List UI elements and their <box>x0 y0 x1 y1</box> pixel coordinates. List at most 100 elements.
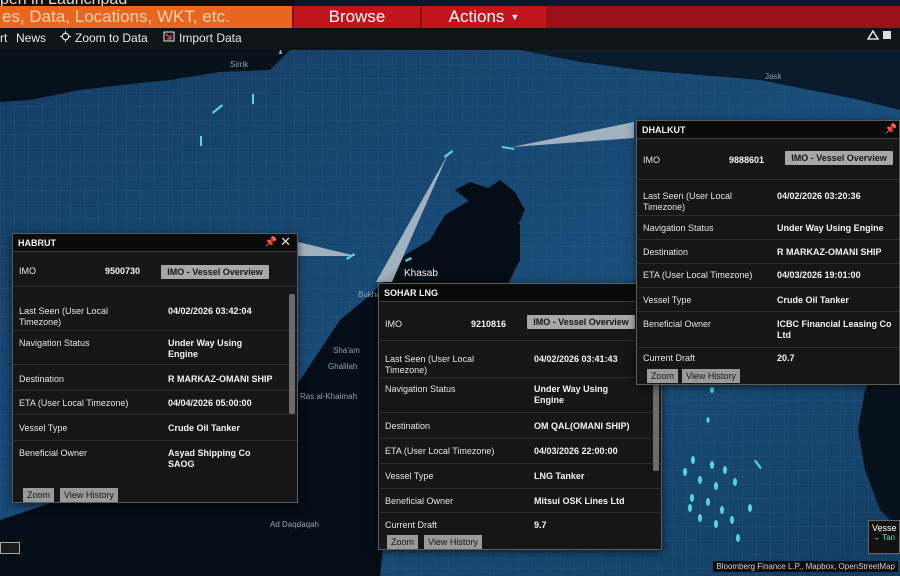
field-label: Destination <box>385 421 431 431</box>
vessel-icon <box>706 417 710 423</box>
field-label: Last Seen (User Local Timezone) <box>385 354 475 375</box>
field-value: Under Way Using Engine <box>534 384 609 405</box>
vessel-icon <box>691 456 695 464</box>
chevron-down-icon: ▼ <box>510 12 520 22</box>
imo-vessel-overview-button[interactable]: IMO - Vessel Overview <box>161 265 269 279</box>
field-label: Current Draft <box>385 520 438 530</box>
export-button[interactable]: rt <box>0 31 7 45</box>
field-label: Beneficial Owner <box>643 319 712 329</box>
popup-scrollbar[interactable] <box>289 294 295 414</box>
divider <box>13 364 297 365</box>
vessel-icon <box>730 516 734 524</box>
field-value: Under Way Using Engine <box>168 338 243 359</box>
divider <box>637 239 899 240</box>
view-history-button[interactable]: View History <box>682 369 740 383</box>
vessel-icon <box>683 468 687 476</box>
zoom-to-data-button[interactable]: Zoom to Data <box>60 31 148 45</box>
field-label: Vessel Type <box>643 295 692 305</box>
divider <box>637 311 899 312</box>
import-icon <box>163 31 175 45</box>
popup-title: HABRUT <box>18 238 56 248</box>
divider <box>379 412 661 413</box>
divider <box>637 347 899 348</box>
field-value: OM QAL(OMANI SHIP) <box>534 421 630 431</box>
divider <box>379 512 661 513</box>
field-value: 04/03/2026 19:01:00 <box>777 270 861 280</box>
zoom-button[interactable]: Zoom <box>23 488 55 502</box>
vessel-icon <box>698 514 702 522</box>
field-value: Crude Oil Tanker <box>168 423 240 433</box>
field-label: ETA (User Local Timezone) <box>385 446 495 456</box>
close-icon[interactable]: ✕ <box>280 234 291 251</box>
search-box[interactable] <box>0 6 292 28</box>
field-value: Under Way Using Engine <box>777 223 884 233</box>
map-legend[interactable]: Vesse → Tan <box>868 520 900 554</box>
map-attribution: Bloomberg Finance L.P., Mapbox, OpenStre… <box>713 561 898 572</box>
vessel-popup-habrut[interactable]: HABRUT 📌 ✕ IMO 9500730 IMO - Vessel Over… <box>12 233 298 503</box>
vessel-popup-sohar-lng[interactable]: SOHAR LNG IMO 9210816 IMO - Vessel Overv… <box>378 283 662 550</box>
actions-menu-button[interactable]: Actions ▼ <box>422 6 546 28</box>
news-button[interactable]: News <box>16 31 46 45</box>
imo-vessel-overview-button[interactable]: IMO - Vessel Overview <box>785 151 893 165</box>
field-label: Beneficial Owner <box>19 448 88 458</box>
toolbar: rt News Zoom to Data Import Data <box>0 28 900 50</box>
pin-icon[interactable]: 📌 <box>265 234 277 252</box>
divider <box>13 414 297 415</box>
field-value: R MARKAZ-OMANI SHIP <box>168 374 273 384</box>
field-value: R MARKAZ-OMANI SHIP <box>777 247 882 257</box>
map-label: Jask <box>765 72 782 81</box>
legend-title: Vesse <box>872 523 897 533</box>
map-label: Sha'am <box>333 346 360 355</box>
vessel-icon <box>723 466 727 474</box>
divider <box>637 263 899 264</box>
divider <box>379 340 661 341</box>
vessel-icon <box>748 504 752 512</box>
field-label: Current Draft <box>643 353 696 363</box>
field-label: Navigation Status <box>19 338 90 348</box>
layers-toggle[interactable] <box>864 28 894 46</box>
field-label: Last Seen (User Local Timezone) <box>643 191 733 212</box>
field-value: 9.7 <box>534 520 547 530</box>
actions-label: Actions <box>448 7 505 26</box>
divider <box>637 287 899 288</box>
field-value: LNG Tanker <box>534 471 585 481</box>
vessel-icon <box>714 520 718 528</box>
pin-icon[interactable]: 📌 <box>885 121 897 139</box>
imo-vessel-overview-button[interactable]: IMO - Vessel Overview <box>527 315 635 329</box>
vessel-popup-dhalkut[interactable]: DHALKUT 📌 IMO 9888601 IMO - Vessel Overv… <box>636 120 900 385</box>
map-label: Ras al-Khaimah <box>300 392 357 401</box>
zoom-to-data-label: Zoom to Data <box>75 31 148 45</box>
field-label: Vessel Type <box>19 423 68 433</box>
map-label: Ad Daqdaqah <box>270 520 319 529</box>
popup-title: SOHAR LNG <box>384 288 438 298</box>
menu-bar-filler <box>546 6 900 28</box>
crosshair-icon <box>60 31 71 45</box>
zoom-button[interactable]: Zoom <box>387 535 419 549</box>
field-label: Navigation Status <box>385 384 456 394</box>
popup-header: HABRUT 📌 ✕ <box>13 234 297 252</box>
field-value: Crude Oil Tanker <box>777 295 849 305</box>
field-label: Navigation Status <box>643 223 714 233</box>
vessel-icon <box>252 94 254 104</box>
field-value: 20.7 <box>777 353 795 363</box>
field-value: 04/02/2026 03:41:43 <box>534 354 618 364</box>
map-label: Khasab <box>404 268 438 279</box>
map-control-button[interactable] <box>0 542 20 554</box>
main-menu-bar: Browse Datasets Actions ▼ <box>0 6 900 48</box>
map-label: Ghalilah <box>328 362 358 371</box>
field-label: Destination <box>19 374 65 384</box>
browse-datasets-button[interactable]: Browse Datasets <box>294 6 420 48</box>
field-value: 04/02/2026 03:42:04 <box>168 306 252 316</box>
field-label: Beneficial Owner <box>385 496 454 506</box>
view-history-button[interactable]: View History <box>424 535 482 549</box>
vessel-icon <box>706 498 710 506</box>
field-label: ETA (User Local Timezone) <box>643 270 753 280</box>
search-input[interactable] <box>0 6 292 28</box>
view-history-button[interactable]: View History <box>60 488 118 502</box>
field-value: 04/04/2026 05:00:00 <box>168 398 252 408</box>
vessel-icon <box>720 506 724 514</box>
zoom-button[interactable]: Zoom <box>647 369 679 383</box>
field-value: ICBC Financial Leasing Co Ltd <box>777 319 892 340</box>
import-data-button[interactable]: Import Data <box>163 31 242 45</box>
field-value: 04/03/2026 22:00:00 <box>534 446 618 456</box>
